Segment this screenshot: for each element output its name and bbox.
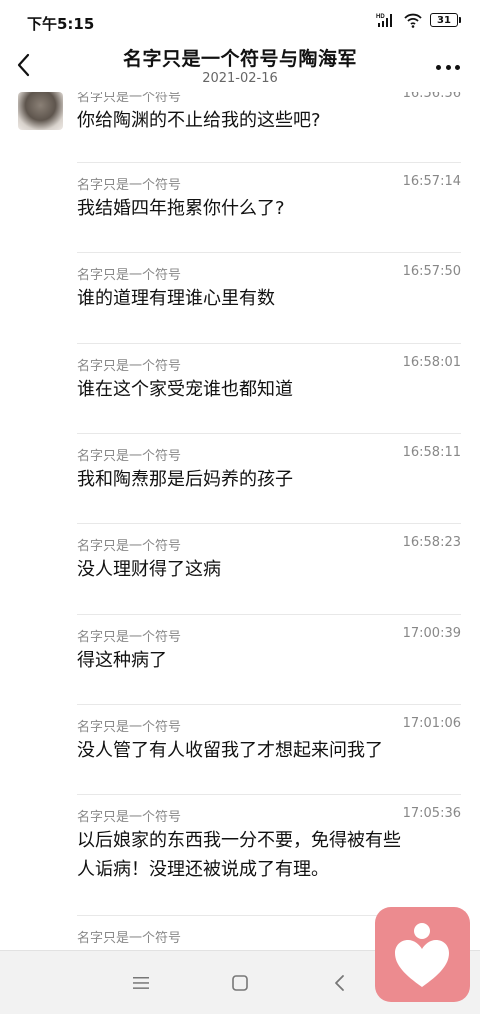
home-square-icon <box>232 975 248 991</box>
more-button[interactable] <box>436 62 460 72</box>
nav-home-button[interactable] <box>226 969 254 997</box>
message-time: 16:57:50 <box>402 264 461 279</box>
message-divider <box>77 614 461 615</box>
nav-back-button[interactable] <box>326 969 354 997</box>
message-divider <box>77 162 461 163</box>
message-time: 16:56:56 <box>402 92 461 101</box>
avatar[interactable] <box>18 92 63 130</box>
nav-menu-button[interactable] <box>127 969 155 997</box>
more-dots-icon <box>455 64 460 70</box>
message-sender: 名字只是一个符号 <box>77 92 182 105</box>
message-text: 你给陶渊的不止给我的这些吧? <box>77 110 321 131</box>
more-dots-icon <box>445 64 451 70</box>
message-time: 17:05:36 <box>402 806 461 821</box>
chat-date: 2021-02-16 <box>202 71 278 86</box>
status-time: 下午5:15 <box>27 15 95 33</box>
message-time: 17:01:06 <box>402 716 461 731</box>
message-sender: 名字只是一个符号 <box>77 720 182 735</box>
message-text: 我结婚四年拖累你什么了? <box>77 198 285 219</box>
message-text: 以后娘家的东西我一分不要，免得被有些 <box>77 830 401 851</box>
message-text: 人诟病！没理还被说成了有理。 <box>77 859 329 880</box>
message-sender: 名字只是一个符号 <box>77 539 182 554</box>
more-dots-icon <box>436 64 441 70</box>
message-divider <box>77 343 461 344</box>
status-icons: HD 31 <box>376 12 461 28</box>
message-sender: 名字只是一个符号 <box>77 630 182 645</box>
message-text: 谁的道理有理谁心里有数 <box>77 288 275 309</box>
message-time: 17:00:39 <box>402 626 461 641</box>
chat-title: 名字只是一个符号与陶海军 <box>122 48 357 70</box>
wifi-icon <box>404 13 422 28</box>
floating-app-badge[interactable] <box>375 907 470 1002</box>
message-divider <box>77 252 461 253</box>
battery-level: 31 <box>437 14 451 26</box>
message-divider <box>77 794 461 795</box>
message-sender: 名字只是一个符号 <box>77 178 182 193</box>
message-text: 谁在这个家受宠谁也都知道 <box>77 379 293 400</box>
battery-icon: 31 <box>430 13 461 27</box>
status-bar: 下午5:15 HD 31 <box>0 0 480 42</box>
message-time: 16:58:23 <box>402 535 461 550</box>
message-text: 得这种病了 <box>77 650 167 671</box>
back-triangle-icon <box>335 975 344 991</box>
message-text: 没人管了有人收留我了才想起来问我了 <box>77 740 383 761</box>
message-sender: 名字只是一个符号 <box>77 359 182 374</box>
message-text: 我和陶焘那是后妈养的孩子 <box>77 469 293 490</box>
message-divider <box>77 433 461 434</box>
heart-person-icon <box>395 923 449 987</box>
menu-icon <box>133 977 149 989</box>
message-time: 16:58:01 <box>402 355 461 370</box>
message-text: 没人理财得了这病 <box>77 559 221 580</box>
chat-header: 名字只是一个符号与陶海军 2021-02-16 <box>0 40 480 92</box>
message-sender: 名字只是一个符号 <box>77 810 182 825</box>
message-divider <box>77 704 461 705</box>
message-sender: 名字只是一个符号 <box>77 931 182 946</box>
message-time: 16:58:11 <box>402 445 461 460</box>
message-divider <box>77 523 461 524</box>
message-sender: 名字只是一个符号 <box>77 268 182 283</box>
signal-hd-label: HD <box>376 14 385 20</box>
message-list[interactable]: 名字只是一个符号 16:56:56 你给陶渊的不止给我的这些吧? 名字只是一个符号 16… <box>0 92 480 950</box>
message-sender: 名字只是一个符号 <box>77 449 182 464</box>
signal-icon: HD <box>376 14 392 27</box>
message-time: 16:57:14 <box>402 174 461 189</box>
